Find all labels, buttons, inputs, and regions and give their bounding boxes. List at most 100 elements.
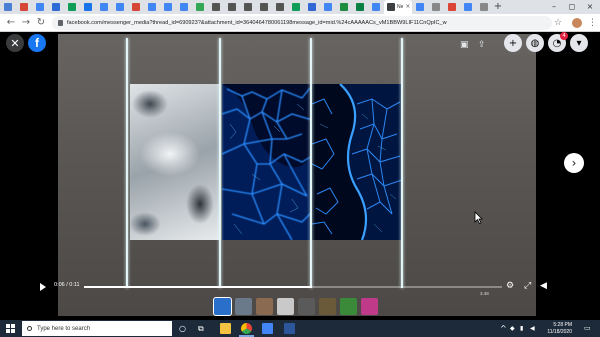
tab-favicon bbox=[292, 3, 300, 11]
media-thumbnail[interactable] bbox=[256, 298, 273, 315]
light-streak bbox=[401, 38, 403, 288]
tab-favicon bbox=[387, 3, 395, 11]
browser-tab[interactable] bbox=[128, 0, 144, 14]
blue-cell-image-panel-left bbox=[222, 84, 312, 240]
browser-tab[interactable] bbox=[192, 0, 208, 14]
tab-favicon bbox=[340, 3, 348, 11]
browser-tab[interactable] bbox=[96, 0, 112, 14]
forward-button[interactable]: → bbox=[19, 16, 33, 30]
notification-center-icon[interactable]: ▭ bbox=[584, 323, 591, 334]
taskbar-search-input[interactable]: Type here to search bbox=[22, 321, 172, 336]
cortana-icon[interactable]: ○ bbox=[179, 323, 186, 334]
browser-tab[interactable] bbox=[0, 0, 16, 14]
share-icon[interactable]: ⇪ bbox=[478, 40, 486, 50]
browser-tab[interactable] bbox=[112, 0, 128, 14]
grayscale-image-panel bbox=[130, 84, 220, 240]
minimize-button[interactable]: – bbox=[546, 0, 562, 14]
tab-favicon bbox=[52, 3, 60, 11]
word-icon[interactable] bbox=[284, 323, 295, 334]
media-thumbnail[interactable] bbox=[298, 298, 315, 315]
browser-tab[interactable] bbox=[320, 0, 336, 14]
browser-tab[interactable] bbox=[460, 0, 476, 14]
settings-gear-icon[interactable]: ⚙ bbox=[506, 280, 514, 292]
windows-start-icon[interactable] bbox=[6, 324, 15, 333]
tab-favicon bbox=[244, 3, 252, 11]
browser-tab[interactable] bbox=[176, 0, 192, 14]
media-thumbnail[interactable] bbox=[235, 298, 252, 315]
window-close-button[interactable]: × bbox=[582, 0, 598, 14]
browser-tab[interactable] bbox=[16, 0, 32, 14]
close-viewer-button[interactable]: ✕ bbox=[6, 34, 24, 52]
browser-tab[interactable] bbox=[144, 0, 160, 14]
clock-date[interactable]: 11/18/2020 bbox=[542, 329, 572, 335]
reload-button[interactable]: ↻ bbox=[34, 16, 48, 30]
file-explorer-icon[interactable] bbox=[220, 323, 231, 334]
back-button[interactable]: ← bbox=[4, 16, 18, 30]
browser-tab[interactable] bbox=[444, 0, 460, 14]
messenger-icon[interactable]: ◍ bbox=[526, 34, 544, 52]
address-bar[interactable]: facebook.com/messenger_media?thread_id=6… bbox=[52, 16, 552, 30]
browser-tab[interactable] bbox=[80, 0, 96, 14]
lock-icon bbox=[58, 20, 63, 26]
tab-favicon bbox=[116, 3, 124, 11]
maximize-button[interactable]: ◻ bbox=[564, 0, 580, 14]
browser-tab[interactable] bbox=[240, 0, 256, 14]
media-thumbnail[interactable] bbox=[319, 298, 336, 315]
fullscreen-icon[interactable]: ⤢ bbox=[524, 280, 531, 292]
tab-favicon bbox=[464, 3, 472, 11]
browser-tab[interactable] bbox=[272, 0, 288, 14]
browser-tab[interactable] bbox=[368, 0, 384, 14]
browser-tab[interactable] bbox=[208, 0, 224, 14]
chrome-icon[interactable] bbox=[241, 323, 252, 334]
volume-tray-icon[interactable]: ◀ bbox=[530, 323, 535, 334]
notification-badge: 4 bbox=[560, 32, 568, 40]
browser-tab[interactable] bbox=[256, 0, 272, 14]
task-view-icon[interactable]: ⧉ bbox=[198, 323, 204, 334]
new-tab-button[interactable]: + bbox=[492, 0, 504, 14]
browser-tab[interactable] bbox=[64, 0, 80, 14]
browser-tab[interactable] bbox=[336, 0, 352, 14]
browser-tab[interactable] bbox=[476, 0, 492, 14]
tab-active[interactable]: Ne × bbox=[384, 0, 412, 14]
browser-tab[interactable] bbox=[32, 0, 48, 14]
create-button[interactable]: + bbox=[504, 34, 522, 52]
media-thumbnail[interactable] bbox=[361, 298, 378, 315]
browser-tab[interactable] bbox=[428, 0, 444, 14]
app-icon[interactable] bbox=[262, 323, 273, 334]
tab-favicon bbox=[480, 3, 488, 11]
media-thumbnail[interactable] bbox=[213, 297, 232, 316]
bookmark-star-icon[interactable]: ☆ bbox=[554, 16, 562, 30]
next-media-button[interactable]: › bbox=[564, 153, 584, 173]
play-icon[interactable] bbox=[40, 283, 46, 291]
browser-tab[interactable] bbox=[224, 0, 240, 14]
browser-tab[interactable] bbox=[160, 0, 176, 14]
account-menu-button[interactable]: ▾ bbox=[570, 34, 588, 52]
tab-close-icon[interactable]: × bbox=[405, 4, 410, 10]
tab-favicon bbox=[36, 3, 44, 11]
media-thumbnail[interactable] bbox=[340, 298, 357, 315]
tray-chevron-icon[interactable]: ^ bbox=[500, 323, 507, 334]
browser-tab[interactable] bbox=[352, 0, 368, 14]
video-time: 0:06 / 0:11 bbox=[54, 282, 80, 288]
browser-menu-icon[interactable]: ⋮ bbox=[588, 16, 597, 30]
facebook-logo[interactable]: f bbox=[28, 34, 46, 52]
tab-favicon bbox=[276, 3, 284, 11]
windows-taskbar: Type here to search ○ ⧉ ^ ◆ ▮ ◀ 5:28 PM … bbox=[0, 320, 600, 337]
browser-tab[interactable] bbox=[48, 0, 64, 14]
light-streak bbox=[310, 38, 312, 288]
video-frame[interactable]: ▣ ⇪ bbox=[58, 34, 536, 316]
browser-tab[interactable] bbox=[288, 0, 304, 14]
video-progress-bar[interactable] bbox=[84, 286, 502, 288]
tray-app-icon[interactable]: ◆ bbox=[510, 323, 515, 334]
clock-time[interactable]: 5:28 PM bbox=[542, 322, 572, 328]
browser-tab[interactable] bbox=[304, 0, 320, 14]
profile-avatar[interactable] bbox=[572, 18, 582, 28]
expand-icon[interactable]: ▣ bbox=[460, 40, 469, 50]
media-thumbnail[interactable] bbox=[277, 298, 294, 315]
volume-icon[interactable]: ◀ bbox=[540, 280, 547, 292]
browser-tab[interactable] bbox=[412, 0, 428, 14]
media-viewer: ▣ ⇪ ✕ f + ◍ ◔ 4 ▾ › 0:06 / 0:11 3.48 ⚙ ⤢… bbox=[0, 32, 600, 320]
tab-favicon bbox=[324, 3, 332, 11]
tab-favicon bbox=[20, 3, 28, 11]
network-icon[interactable]: ▮ bbox=[520, 323, 523, 334]
